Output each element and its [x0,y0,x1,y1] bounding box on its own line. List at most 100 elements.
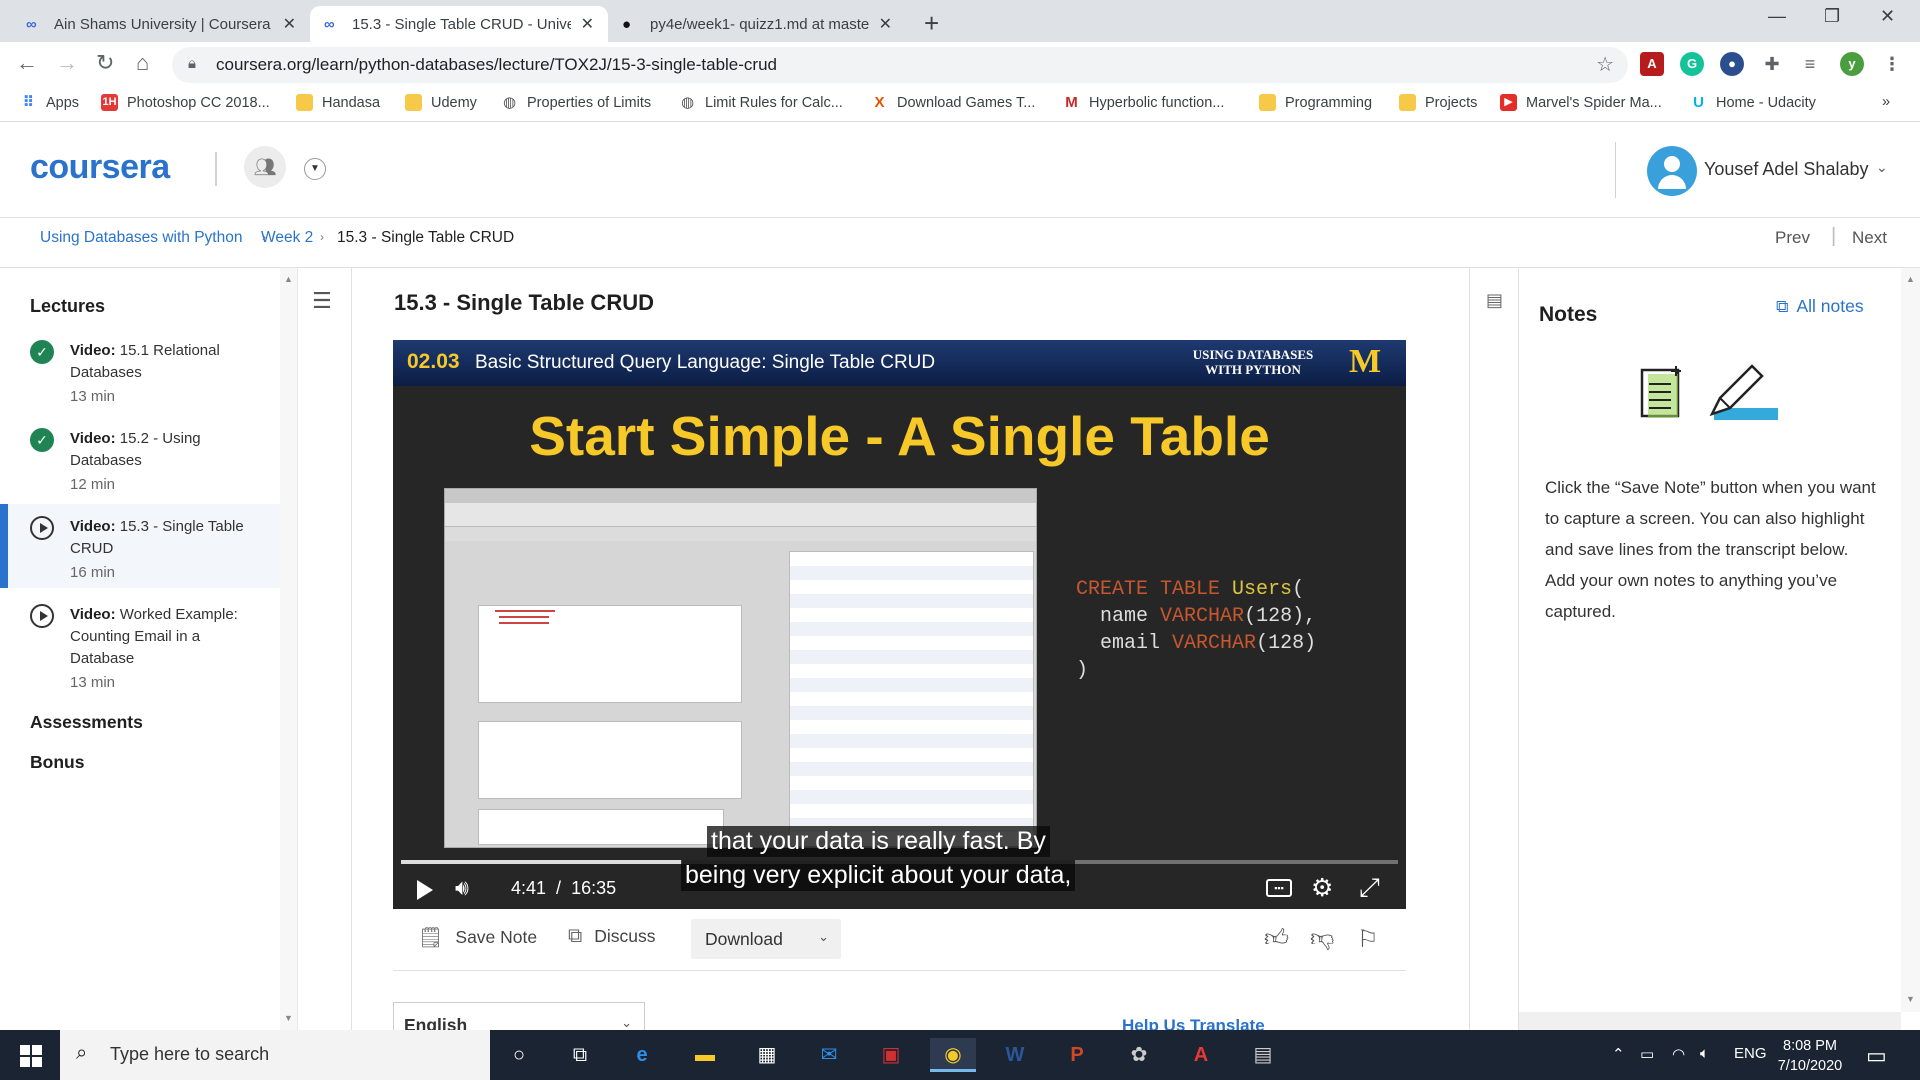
maximize-window-icon[interactable]: ❐ [1824,6,1840,27]
notifications-icon[interactable]: ▭ [1866,1043,1887,1069]
sidebar-scrollbar[interactable]: ▲ ▼ [280,268,298,1030]
close-tab-icon[interactable]: ✕ [879,14,892,34]
coursera-logo[interactable]: coursera [30,148,170,187]
bookmark-folder[interactable]: Projects [1399,94,1477,111]
next-button[interactable]: Next [1852,228,1887,248]
word-icon[interactable]: W [992,1038,1038,1072]
app-icon[interactable]: ✿ [1116,1038,1162,1072]
input-language[interactable]: ENG [1734,1045,1767,1062]
breadcrumb-week[interactable]: Week 2 [261,229,313,247]
sidebar-item-bonus[interactable]: Bonus [30,752,84,773]
discuss-button[interactable]: ⧉ Discuss [568,925,656,948]
mail-icon[interactable]: ✉ [806,1038,852,1072]
bookmark-folder[interactable]: Handasa [296,94,380,111]
code-line [499,616,549,618]
lecture-item[interactable]: ✓ Video: 15.2 - Using Databases 12 min [0,422,280,494]
close-tab-icon[interactable]: ✕ [283,14,296,34]
bookmark-item[interactable]: M Hyperbolic function... [1063,94,1224,111]
new-tab-button[interactable]: + [924,8,939,39]
show-hidden-icons-icon[interactable]: ⌃ [1612,1045,1625,1063]
reload-icon[interactable]: ↻ [96,50,114,76]
task-view-icon[interactable]: ⧉ [557,1038,603,1072]
captions-icon[interactable]: ▪▪▪ [1266,879,1292,897]
gear-icon[interactable]: ⚙ [1311,873,1333,903]
file-explorer-icon[interactable]: ▬ [682,1038,728,1072]
database-icon[interactable]: ▤ [1240,1038,1286,1072]
flag-icon[interactable]: ⚐ [1357,925,1379,954]
close-tab-icon[interactable]: ✕ [581,14,594,34]
edge-browser-icon[interactable]: e [619,1038,665,1072]
breadcrumb-course[interactable]: Using Databases with Python [40,229,242,247]
scroll-up-icon[interactable]: ▲ [284,274,293,284]
gift-icon[interactable]: ▣ [868,1038,914,1072]
system-clock[interactable]: 8:08 PM 7/10/2020 [1775,1036,1845,1076]
bookmark-item[interactable]: 1H Photoshop CC 2018... [101,94,270,111]
forward-arrow-icon[interactable]: → [56,50,78,76]
home-icon[interactable]: ⌂ [136,50,149,76]
bookmark-star-icon[interactable]: ☆ [1596,52,1614,77]
browser-tab-active[interactable]: ∞ 15.3 - Single Table CRUD - Unive ✕ [310,6,608,42]
fullscreen-icon[interactable]: ⤢ [1359,872,1380,904]
volume-icon[interactable]: 🔊︎ [455,875,469,901]
back-arrow-icon[interactable]: ← [16,50,38,76]
notes-horizontal-scrollbar[interactable] [1519,1012,1901,1030]
bookmark-item[interactable]: ▶ Marvel's Spider Ma... [1500,94,1662,111]
chevron-down-icon[interactable]: ▼ [304,158,326,180]
lecture-item-current[interactable]: Video: 15.3 - Single Table CRUD 16 min [0,504,280,588]
sidebar-toggle[interactable]: ☰ [298,268,352,1030]
document-icon[interactable]: ▤ [1486,290,1503,311]
address-bar[interactable]: 🔒︎ coursera.org/learn/python-databases/l… [172,47,1628,83]
chrome-icon[interactable]: ◉ [930,1038,976,1072]
user-name[interactable]: Yousef Adel Shalaby [1704,159,1868,180]
notes-toggle[interactable]: ▤ [1469,268,1519,1030]
extensions-puzzle-icon[interactable]: ✚ [1760,52,1784,76]
page-scrollbar[interactable]: ▲ ▼ [1901,268,1920,1012]
scroll-down-icon[interactable]: ▼ [284,1013,293,1023]
bookmark-item[interactable]: U Home - Udacity [1690,94,1816,111]
bookmark-item[interactable]: ◍ Limit Rules for Calc... [679,94,843,111]
all-notes-link[interactable]: ⧉ All notes [1776,296,1864,317]
browser-tab[interactable]: ∞ Ain Shams University | Coursera ✕ [12,6,310,42]
minimize-window-icon[interactable]: — [1768,6,1786,27]
video-player[interactable]: 02.03 Basic Structured Query Language: S… [393,340,1406,909]
close-window-icon[interactable]: ✕ [1880,6,1895,27]
scroll-up-icon[interactable]: ▲ [1906,274,1915,284]
more-bookmarks-icon[interactable]: » [1882,94,1890,110]
user-avatar[interactable] [1647,146,1697,196]
bookmark-folder[interactable]: Udemy [405,94,477,111]
bookmark-item[interactable]: X Download Games T... [871,94,1035,111]
chevron-down-icon[interactable]: ⌄ [1876,159,1888,176]
list-menu-icon[interactable]: ☰ [312,288,332,314]
group-icon[interactable]: 👥︎ [244,146,286,188]
store-icon[interactable]: ▦ [744,1038,790,1072]
media-queue-icon[interactable]: ≡ [1798,52,1822,76]
powerpoint-icon[interactable]: P [1054,1038,1100,1072]
sql-close: ) [1076,659,1089,682]
bookmark-item[interactable]: ◍ Properties of Limits [501,94,651,111]
sidebar-item-assessments[interactable]: Assessments [30,712,143,733]
bookmark-folder[interactable]: Programming [1259,94,1372,111]
save-note-button[interactable]: 🗒︎ Save Note [418,925,537,950]
browser-tab[interactable]: ● py4e/week1- quizz1.md at maste ✕ [608,6,906,42]
profile-avatar[interactable]: y [1840,52,1864,76]
play-icon[interactable] [417,880,433,900]
taskbar-search[interactable]: ⌕ Type here to search [60,1030,490,1080]
cortana-icon[interactable]: ○ [496,1038,542,1072]
download-dropdown[interactable]: Download ⌄ [691,919,841,959]
browser-menu-icon[interactable]: ⋮ [1880,52,1904,76]
lecture-item[interactable]: ✓ Video: 15.1 Relational Databases 13 mi… [0,334,280,406]
lecture-item[interactable]: Video: Worked Example: Counting Email in… [0,598,280,694]
thumbs-down-icon[interactable]: 👎︎ [1310,925,1334,953]
windows-start-icon[interactable] [20,1045,42,1067]
speaker-icon[interactable]: 🔈︎ [1700,1045,1709,1062]
scroll-down-icon[interactable]: ▼ [1906,994,1915,1004]
thumbs-up-icon[interactable]: 👍︎ [1264,925,1289,953]
prev-button[interactable]: Prev [1775,228,1810,248]
battery-icon[interactable]: ▭ [1640,1045,1654,1063]
bookmark-apps[interactable]: ⠿ Apps [20,94,79,111]
extension-icon[interactable]: ● [1720,52,1744,76]
acrobat-extension-icon[interactable]: A [1640,52,1664,76]
wifi-icon[interactable]: ◠ [1672,1045,1685,1063]
acrobat-icon[interactable]: A [1178,1038,1224,1072]
grammarly-extension-icon[interactable]: G [1680,52,1704,76]
